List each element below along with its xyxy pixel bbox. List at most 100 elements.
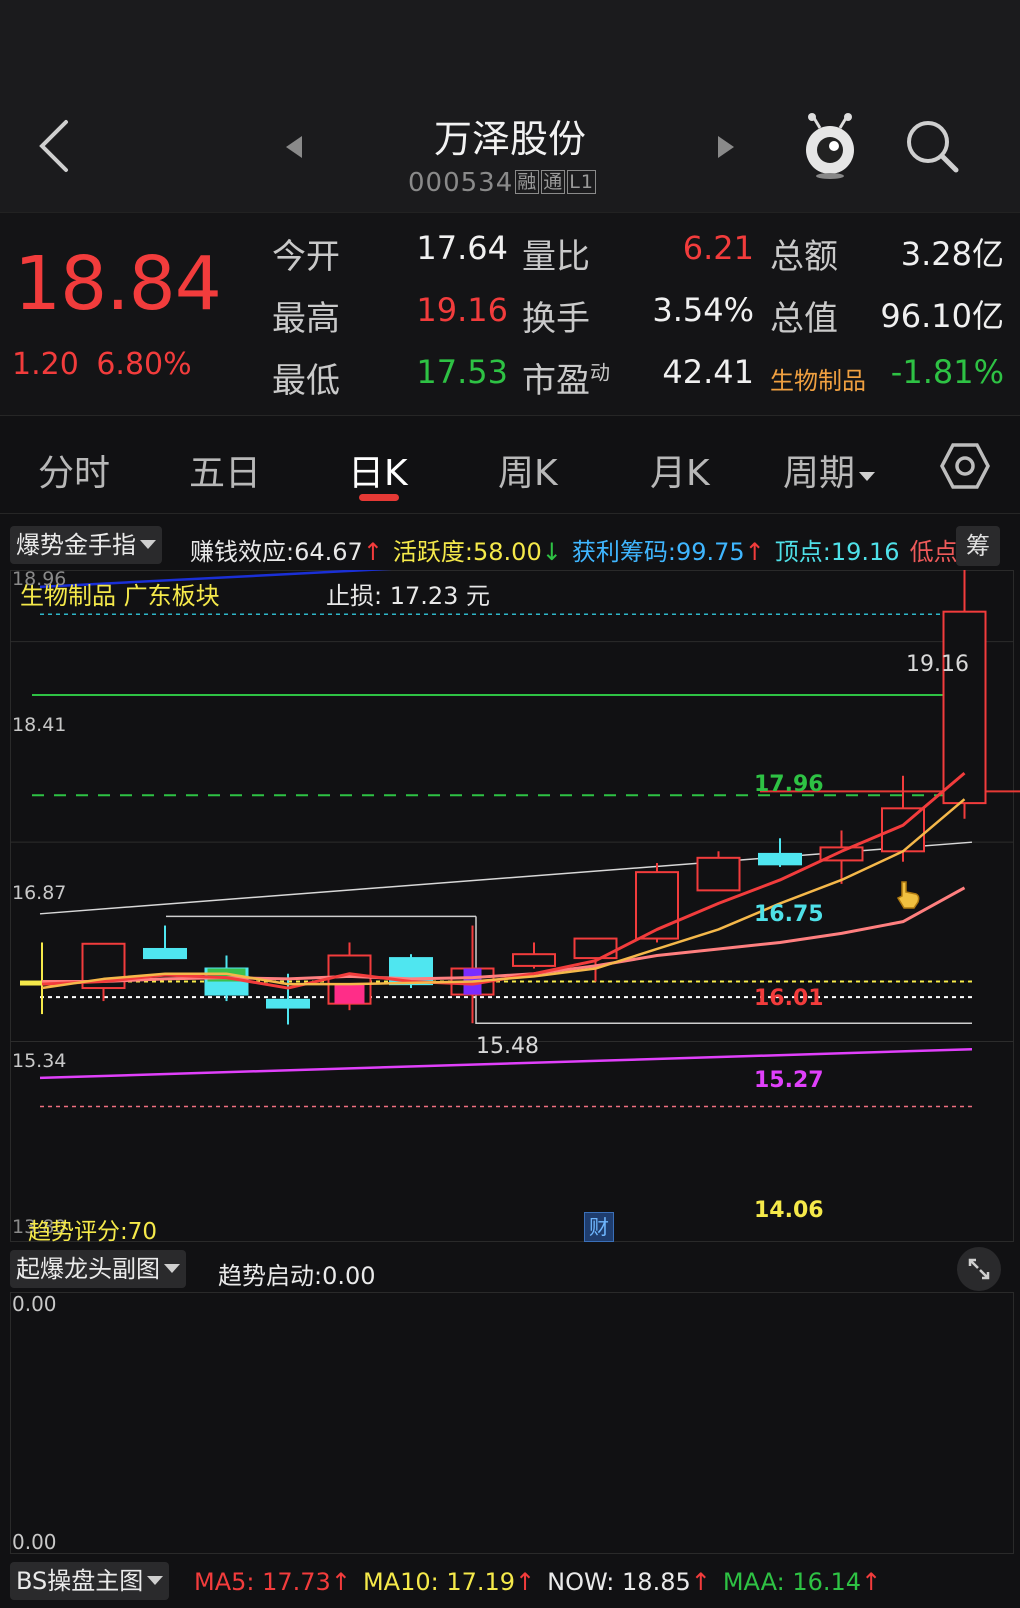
quote-label: 市盈动 bbox=[522, 360, 610, 401]
trend-score-label: 趋势评分:70 bbox=[28, 1219, 158, 1245]
quote-value: 6.21 bbox=[682, 229, 754, 267]
trend-arrow-icon: ↑ bbox=[861, 1568, 882, 1596]
ma-indicator-text: MAA: 16.14 bbox=[722, 1568, 862, 1596]
tab-monthly-k[interactable]: 月K bbox=[650, 444, 710, 496]
level-1406-label: 14.06 bbox=[754, 1198, 824, 1223]
price-change: 1.20 6.80% bbox=[12, 347, 192, 382]
quote-label: 换手 bbox=[522, 299, 590, 339]
sub-indicator-value: 趋势启动:0.00 bbox=[218, 1256, 376, 1291]
trend-start-value: 0.00 bbox=[322, 1262, 376, 1290]
indicator-item: 赚钱效应:64.67↑ bbox=[190, 538, 383, 566]
tab-period-label: 周期 bbox=[783, 453, 856, 494]
connect-tag: 通 bbox=[541, 170, 566, 194]
trend-arrow-icon: ↑ bbox=[330, 1568, 351, 1596]
settings-hexagon-icon[interactable] bbox=[940, 442, 990, 490]
trend-arrow-icon: ↑ bbox=[362, 538, 383, 566]
chevron-down-icon bbox=[140, 540, 156, 549]
trend-arrow-icon: ↓ bbox=[541, 538, 562, 566]
quote-value: 3.54% bbox=[652, 291, 754, 329]
tab-intraday[interactable]: 分时 bbox=[38, 444, 110, 496]
indicator-label: 顶点: bbox=[774, 538, 831, 566]
current-price: 18.84 bbox=[14, 241, 222, 327]
ma-indicator-item: MA5: 17.73↑ bbox=[194, 1568, 351, 1596]
tab-five-day[interactable]: 五日 bbox=[189, 444, 261, 496]
level-1796-label: 17.96 bbox=[754, 772, 824, 797]
main-indicator-name: 爆势金手指 bbox=[16, 531, 136, 559]
chip-distribution-button[interactable]: 筹 bbox=[956, 526, 1000, 566]
sub-indicator-selector[interactable]: 起爆龙头副图 bbox=[10, 1250, 186, 1288]
ma-indicator-text: MA10: 17.19 bbox=[362, 1568, 516, 1596]
indicator-item: 活跃度:58.00↓ bbox=[393, 538, 562, 566]
quote-value: -1.81% bbox=[890, 353, 1004, 391]
main-indicator-selector[interactable]: 爆势金手指 bbox=[10, 526, 162, 564]
candle-body bbox=[758, 852, 802, 866]
maa-line bbox=[42, 886, 966, 984]
stock-code-line: 000534 融通 L1 bbox=[408, 168, 596, 198]
change-percent: 6.80% bbox=[96, 347, 192, 382]
level1-tag: L1 bbox=[567, 170, 596, 194]
main-indicator-bar: 爆势金手指 赚钱效应:64.67↑ 活跃度:58.00↓ 获利筹码:99.75↑ 顶点… bbox=[0, 522, 1020, 568]
indicator-value: 58.00 bbox=[473, 538, 542, 566]
candle-body bbox=[573, 937, 618, 960]
quote-label: 最低 bbox=[272, 361, 340, 401]
sub-indicator-name: 起爆龙头副图 bbox=[16, 1255, 160, 1283]
pointer-hand-icon bbox=[896, 881, 920, 909]
quote-label: 今开 bbox=[272, 237, 340, 277]
active-tab-indicator bbox=[359, 494, 399, 501]
indicator-value: 99.75 bbox=[675, 538, 745, 566]
tab-period-dropdown[interactable]: 周期 bbox=[783, 444, 876, 496]
y-axis-label-2: 16.87 bbox=[12, 882, 67, 904]
candle-body-highlight bbox=[334, 984, 365, 1004]
stock-code: 000534 bbox=[408, 168, 514, 198]
candle-body bbox=[143, 947, 187, 960]
ma-indicator-text: MA5: 17.73 bbox=[194, 1568, 331, 1596]
kline-chart[interactable] bbox=[0, 570, 1020, 1242]
back-icon[interactable] bbox=[36, 118, 72, 174]
quote-label: 最高 bbox=[272, 299, 340, 339]
trend-arrow-icon: ↑ bbox=[744, 538, 765, 566]
period-tabs: 分时 五日 日K 周K 月K 周期 bbox=[0, 418, 1020, 514]
main-indicator-values: 赚钱效应:64.67↑ 活跃度:58.00↓ 获利筹码:99.75↑ 顶点:19.16… bbox=[190, 532, 968, 567]
indicator-item: 低点 bbox=[910, 538, 958, 566]
ma-indicator-item: MA10: 17.19↑ bbox=[363, 1568, 535, 1596]
candle-body bbox=[696, 856, 741, 892]
high-price-label: 19.16 bbox=[906, 652, 969, 677]
bottom-indicator-name: BS操盘主图 bbox=[16, 1567, 144, 1595]
sub-chart-frame bbox=[10, 1292, 1014, 1554]
tab-weekly-k[interactable]: 周K bbox=[498, 444, 558, 496]
prev-stock-icon[interactable] bbox=[284, 134, 304, 160]
tab-daily-k[interactable]: 日K bbox=[348, 444, 408, 496]
assistant-robot-icon[interactable] bbox=[800, 112, 860, 180]
expand-icon[interactable] bbox=[956, 1246, 1002, 1292]
stock-name: 万泽股份 bbox=[433, 117, 586, 161]
trend-arrow-icon: ↑ bbox=[690, 1568, 711, 1596]
search-icon[interactable] bbox=[904, 118, 962, 176]
chevron-down-icon bbox=[859, 472, 876, 481]
quote-value: 19.16 bbox=[416, 291, 508, 329]
finance-event-badge[interactable]: 财 bbox=[584, 1212, 614, 1242]
level-1675-label: 16.75 bbox=[754, 902, 824, 927]
chevron-down-icon bbox=[164, 1264, 180, 1273]
app-screen: 万泽股份 000534融通L1 18.84 1.20 6.80% 今开17 bbox=[0, 0, 1020, 1608]
y-axis-label-3: 15.34 bbox=[12, 1050, 67, 1072]
ma10-line bbox=[41, 798, 966, 990]
candle-body bbox=[881, 807, 925, 853]
quote-panel: 18.84 1.20 6.80% 今开 17.64 量比 6.21 总额 3.28亿 最高 1… bbox=[0, 212, 1020, 416]
indicator-value: 19.16 bbox=[830, 538, 900, 566]
trend-arrow-icon: ↑ bbox=[515, 1568, 536, 1596]
indicator-item: 获利筹码:99.75↑ bbox=[572, 538, 765, 566]
indicator-label: 赚钱效应: bbox=[190, 538, 295, 566]
quote-value: 96.10亿 bbox=[880, 297, 1004, 335]
y-axis-top: 18.96 bbox=[12, 568, 67, 590]
bottom-indicator-selector[interactable]: BS操盘主图 bbox=[10, 1562, 170, 1600]
sub-axis-top: 0.00 bbox=[12, 1292, 57, 1316]
indicator-label: 低点 bbox=[909, 538, 958, 566]
quote-label: 总额 bbox=[770, 237, 838, 277]
margin-tag: 融 bbox=[515, 170, 540, 194]
next-stock-icon[interactable] bbox=[716, 134, 736, 160]
chevron-down-icon bbox=[147, 1576, 164, 1585]
indicator-label: 获利筹码: bbox=[571, 538, 676, 566]
sub-axis-bottom: 0.00 bbox=[12, 1530, 57, 1554]
quote-value: 17.53 bbox=[416, 353, 508, 391]
change-value: 1.20 bbox=[12, 347, 79, 382]
